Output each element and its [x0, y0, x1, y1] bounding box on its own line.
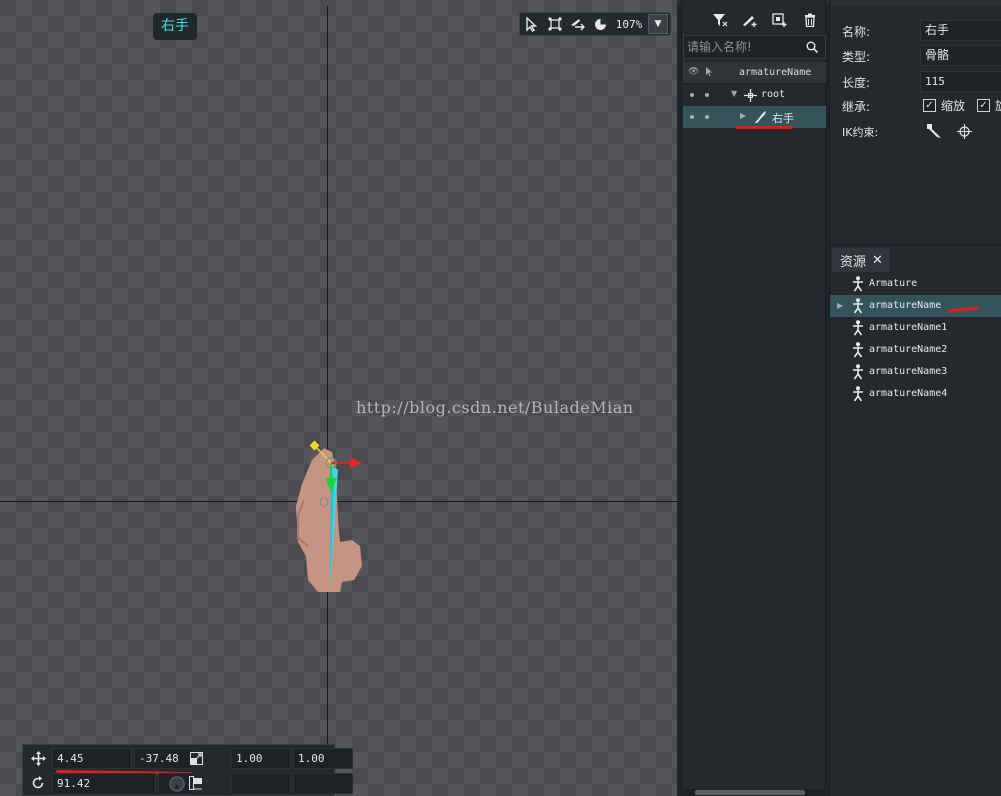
scene-tree-header: 👁 armatureName — [683, 62, 826, 84]
bone-icon — [754, 110, 767, 127]
watermark-text: http://blog.csdn.net/BuladeMian — [356, 398, 634, 417]
viewport-toolbar: 107% ▼ — [519, 12, 671, 36]
scene-tree-toolbar — [682, 7, 827, 33]
skew-y-input[interactable] — [293, 773, 353, 794]
inherit-rotate-checkbox[interactable]: ✓ — [977, 99, 990, 112]
close-icon[interactable]: ✕ — [872, 253, 883, 268]
armature-icon — [851, 298, 865, 314]
ik-row: IK约束: — [830, 119, 1001, 143]
scale-x-input[interactable]: 1.00 — [231, 748, 291, 769]
lock-toggle[interactable] — [705, 115, 709, 119]
scene-tree-scrollbar[interactable] — [681, 789, 826, 796]
inherit-scale-checkbox[interactable]: ✓ — [923, 99, 936, 112]
skew-icon — [187, 774, 205, 792]
armature-icon — [851, 320, 865, 336]
rotate-icon — [29, 774, 47, 792]
selected-bone-tag: 右手 — [153, 13, 197, 40]
length-label: 长度: — [842, 76, 871, 90]
name-input[interactable]: 右手 — [920, 20, 1001, 41]
y-axis-line — [327, 6, 328, 796]
scene-tree-panel: 👁 armatureName ▼ root ▶ 右手 — [681, 0, 826, 796]
inherit-scale-label: 缩放 — [941, 99, 966, 113]
resource-item[interactable]: armatureName3 — [830, 361, 1001, 383]
move-icon — [29, 749, 47, 767]
search-icon[interactable] — [802, 41, 822, 53]
armature-name: armatureName — [739, 67, 812, 78]
properties-panel: 名称: 右手 类型: 骨骼 长度: 115 继承: ✓ 缩放 ✓ 旋 IK约束: — [829, 0, 1001, 244]
resource-item-label: armatureName3 — [869, 366, 948, 377]
zoom-level[interactable]: 107% — [612, 18, 646, 31]
ik-bone-icon[interactable] — [925, 122, 943, 140]
inherit-row: 继承: ✓ 缩放 ✓ 旋 — [830, 93, 1001, 117]
position-y-input[interactable]: -37.48 — [134, 748, 194, 769]
type-label: 类型: — [842, 50, 871, 64]
resources-tab-label: 资源 — [840, 254, 867, 270]
expand-arrow-icon[interactable]: ▶ — [837, 301, 843, 310]
scale-icon — [187, 749, 205, 767]
name-row: 名称: 右手 — [830, 18, 1001, 42]
inherit-label: 继承: — [842, 100, 871, 114]
resource-item[interactable]: Armature — [830, 273, 1001, 295]
add-slot-icon[interactable] — [767, 9, 793, 31]
properties-tabstrip — [830, 0, 1001, 6]
armature-icon — [851, 364, 865, 380]
length-input[interactable]: 115 — [920, 71, 1001, 92]
scene-search-input[interactable] — [684, 40, 802, 54]
resource-item-label: armatureName1 — [869, 322, 948, 333]
type-row: 类型: 骨骼 — [830, 43, 1001, 67]
lock-cursor-icon[interactable] — [705, 67, 713, 80]
resource-item-label: armatureName4 — [869, 388, 948, 399]
type-value: 骨骼 — [920, 45, 1001, 66]
scrollbar-thumb[interactable] — [695, 790, 805, 795]
stage-viewport[interactable]: 右手 107% ▼ http://blog.csdn.net/BuladeMia… — [0, 0, 677, 796]
resource-item[interactable]: armatureName2 — [830, 339, 1001, 361]
rotation-input[interactable]: 91.42 — [52, 773, 156, 794]
tree-item-right-hand[interactable]: ▶ 右手 — [683, 106, 826, 128]
ik-label: IK约束: — [842, 126, 879, 139]
position-x-input[interactable]: 4.45 — [52, 748, 132, 769]
scale-y-input[interactable]: 1.00 — [293, 748, 353, 769]
resources-panel: 资源 ✕ Armature ▶ armatureName armatureName1 a… — [829, 246, 1001, 796]
name-label: 名称: — [842, 25, 871, 39]
bone-tool-icon[interactable] — [566, 13, 589, 35]
armature-icon — [851, 386, 865, 402]
scene-tree-search — [683, 35, 826, 59]
armature-icon — [851, 276, 865, 292]
ik-target-icon[interactable] — [955, 122, 973, 140]
visibility-toggle[interactable] — [690, 115, 694, 119]
inherit-rotate-label: 旋 — [995, 97, 1001, 114]
visibility-toggle[interactable] — [690, 93, 694, 97]
lock-toggle[interactable] — [705, 93, 709, 97]
armature-icon — [851, 342, 865, 358]
visibility-icon[interactable]: 👁 — [688, 67, 699, 77]
length-row: 长度: 115 — [830, 69, 1001, 93]
tree-item-label: root — [761, 89, 786, 100]
select-icon[interactable] — [520, 13, 543, 35]
add-bone-icon[interactable] — [737, 9, 763, 31]
resource-item-label: armatureName — [869, 300, 942, 311]
tree-item-root[interactable]: ▼ root — [683, 84, 826, 106]
resource-item[interactable]: armatureName1 — [830, 317, 1001, 339]
tree-item-label: 右手 — [772, 112, 794, 125]
resource-item[interactable]: armatureName4 — [830, 383, 1001, 405]
resource-item-label: armatureName2 — [869, 344, 948, 355]
onion-skin-icon[interactable] — [589, 13, 612, 35]
transform-icon[interactable] — [543, 13, 566, 35]
delete-icon[interactable] — [797, 9, 823, 31]
collapsed-arrow-icon[interactable]: ▶ — [740, 111, 746, 120]
transform-panel: 4.45 -37.48 1.00 1.00 91.42 — [22, 744, 353, 796]
expand-arrow-icon[interactable]: ▼ — [731, 89, 737, 98]
resources-tab[interactable]: 资源 ✕ — [832, 248, 890, 272]
arm-sprite[interactable] — [290, 440, 380, 595]
filter-icon[interactable] — [707, 9, 733, 31]
skew-x-input[interactable] — [231, 773, 291, 794]
annotation-underline — [735, 126, 793, 129]
zoom-dropdown-icon[interactable]: ▼ — [648, 14, 668, 34]
resource-item-label: Armature — [869, 278, 918, 289]
bone-root-icon — [744, 89, 757, 105]
